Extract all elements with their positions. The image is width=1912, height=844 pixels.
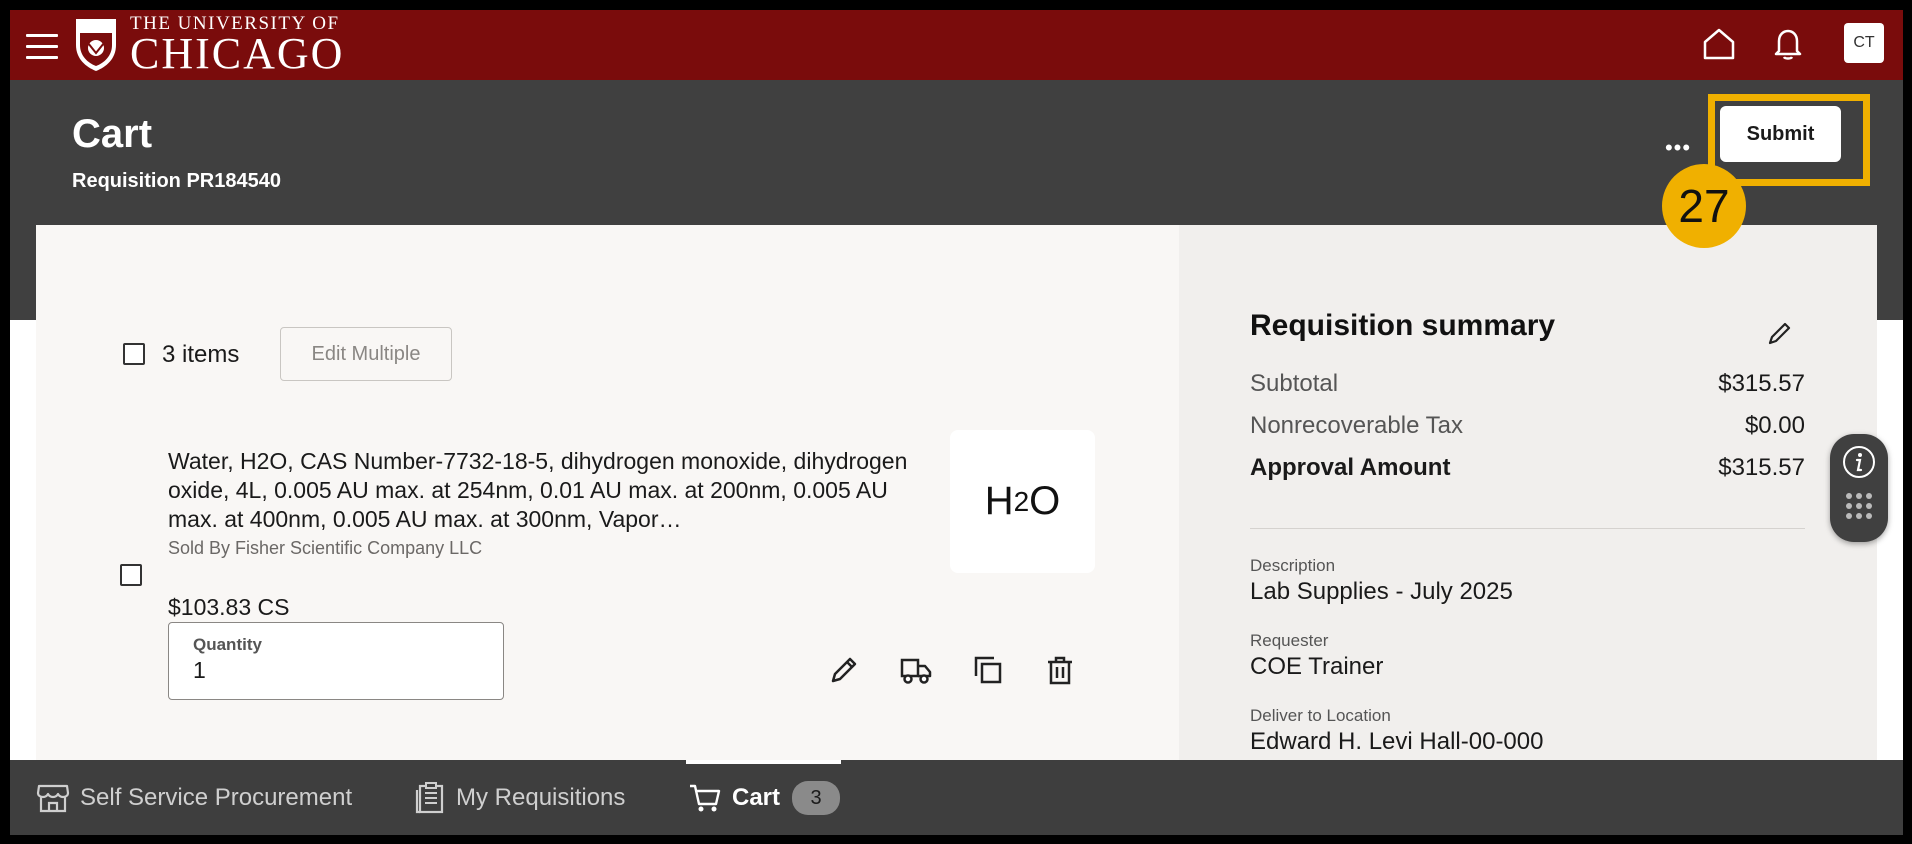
info-icon[interactable] [1841,444,1877,480]
active-tab-indicator [686,760,841,764]
item-price: $103.83 CS [168,594,290,620]
trash-icon[interactable] [1040,650,1080,690]
item-checkbox[interactable] [120,564,142,586]
approval-label: Approval Amount [1250,454,1451,481]
subtotal-label: Subtotal [1250,370,1339,397]
cart-icon [690,784,721,812]
help-widget[interactable] [1830,434,1888,542]
nav-self-service-procurement[interactable]: Self Service Procurement [36,780,352,816]
thumbnail-text-o: O [1029,479,1061,523]
subtotal-value: $315.57 [1718,370,1805,397]
tax-value: $0.00 [1744,412,1805,439]
summary-divider [1250,528,1805,529]
university-logo[interactable]: THE UNIVERSITY OF CHICAGO [72,13,345,78]
step-number-badge: 27 [1662,164,1746,248]
pencil-icon[interactable] [824,650,864,690]
edit-multiple-button[interactable]: Edit Multiple [280,327,452,381]
home-icon[interactable] [1699,24,1739,64]
app-window: THE UNIVERSITY OF CHICAGO CT Cart Requis… [10,10,1903,835]
quantity-value[interactable]: 1 [193,657,479,684]
more-actions-button[interactable]: ••• [1650,128,1706,168]
cart-count-badge: 3 [792,781,841,815]
quantity-label: Quantity [193,635,262,654]
logo-line2: CHICAGO [130,29,345,78]
subtotal-row: Subtotal $315.57 [1250,370,1805,398]
deliver-label: Deliver to Location [1250,706,1391,725]
bottom-navigation: Self Service Procurement My Requisitions… [10,760,1903,835]
submit-button[interactable]: Submit [1720,106,1841,162]
item-supplier: Sold By Fisher Scientific Company LLC [168,538,483,558]
nav-my-requisitions[interactable]: My Requisitions [414,780,625,816]
description-label: Description [1250,556,1336,575]
items-count: 3 items [162,341,240,368]
item-description[interactable]: Water, H2O, CAS Number-7732-18-5, dihydr… [168,447,928,534]
approval-row: Approval Amount $315.57 [1250,454,1805,482]
keypad-icon[interactable] [1843,490,1875,526]
avatar[interactable]: CT [1844,23,1884,63]
requester-value: COE Trainer [1250,653,1384,680]
top-bar: THE UNIVERSITY OF CHICAGO CT [10,10,1903,80]
summary-title: Requisition summary [1250,309,1556,342]
crest-icon [76,19,116,71]
store-icon [36,784,70,813]
tax-row: Nonrecoverable Tax $0.00 [1250,412,1805,440]
approval-value: $315.57 [1718,454,1805,481]
clipboard-icon [415,782,444,814]
requester-label: Requester [1250,631,1329,650]
select-all-checkbox[interactable] [123,343,145,365]
quantity-field[interactable]: Quantity 1 [168,622,504,700]
hamburger-icon[interactable] [26,34,58,60]
item-thumbnail[interactable]: H2O [950,430,1095,573]
nav-cart[interactable]: Cart 3 [688,780,841,816]
bell-icon[interactable] [1768,24,1808,64]
thumbnail-text-h: H [984,479,1014,523]
pencil-icon[interactable] [1760,313,1800,353]
deliver-value: Edward H. Levi Hall-00-000 [1250,728,1544,755]
description-value: Lab Supplies - July 2025 [1250,578,1513,605]
requisition-number: Requisition PR184540 [72,170,281,192]
truck-icon[interactable] [896,650,936,690]
tax-label: Nonrecoverable Tax [1250,412,1464,439]
copy-icon[interactable] [968,650,1008,690]
page-title: Cart [72,112,153,156]
thumbnail-text-sub: 2 [1013,485,1030,517]
nav-label: Cart [732,784,781,811]
nav-label: Self Service Procurement [80,784,353,811]
nav-label: My Requisitions [456,784,626,811]
